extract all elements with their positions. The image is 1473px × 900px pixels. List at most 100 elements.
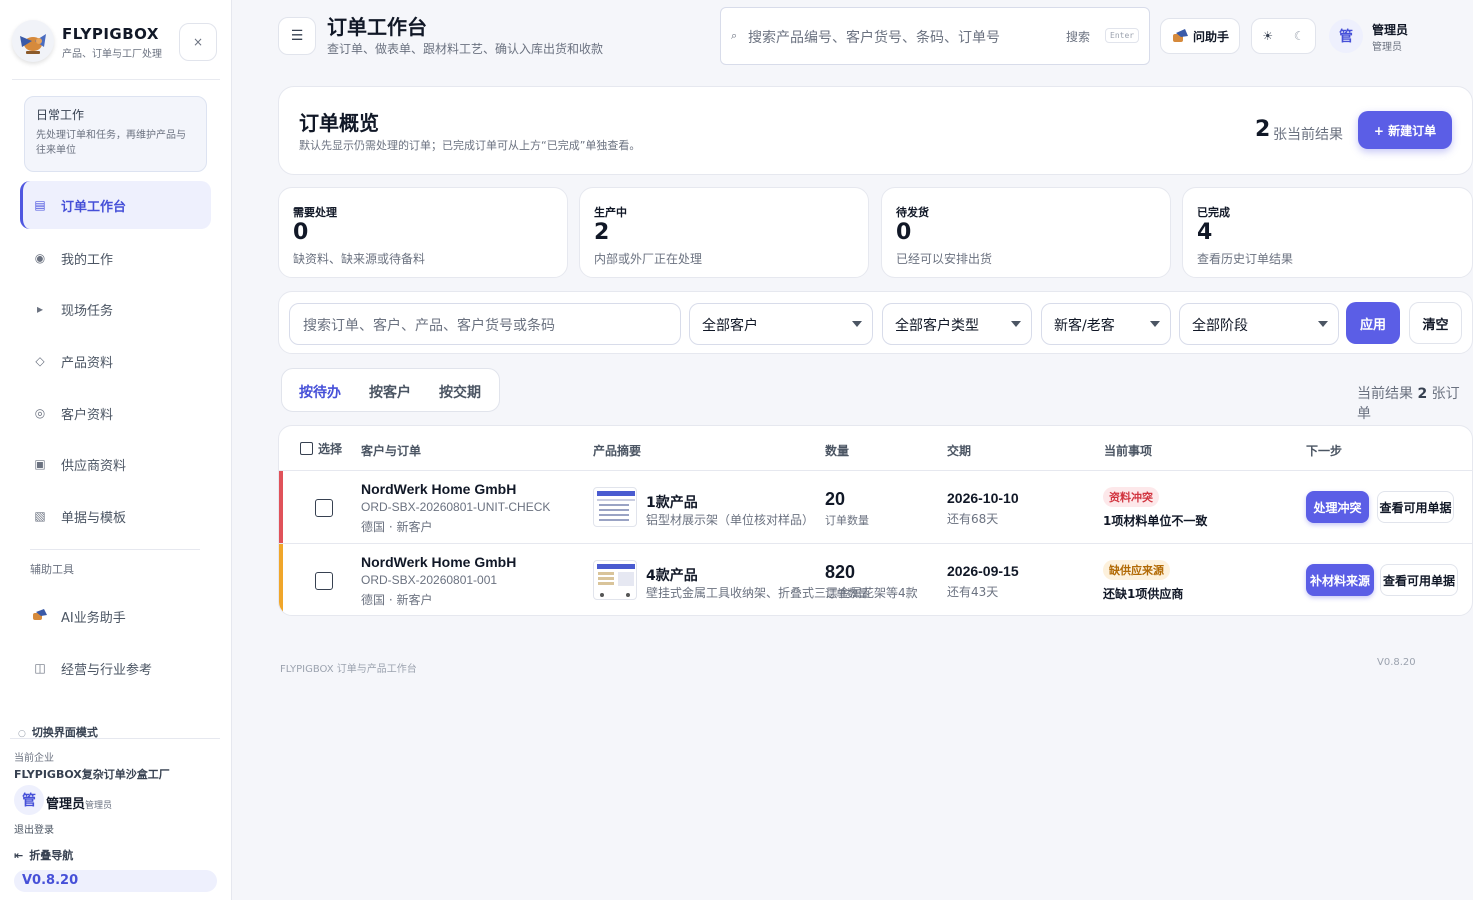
due-date: 2026-09-15 xyxy=(947,563,1019,579)
sidebar-item-label: 供应商资料 xyxy=(61,458,127,474)
daily-work-title: 日常工作 xyxy=(36,108,85,122)
search-input[interactable]: 搜索产品编号、客户货号、条码、订单号 xyxy=(748,27,1000,47)
column-header: 客户与订单 xyxy=(361,444,422,458)
moon-icon[interactable]: ☾ xyxy=(1294,29,1305,43)
daily-work-card[interactable]: 日常工作 先处理订单和任务，再维护产品与往来单位 xyxy=(24,96,207,172)
column-header: 交期 xyxy=(947,444,972,458)
quantity-label: 订单数量 xyxy=(825,587,869,600)
row-checkbox[interactable] xyxy=(315,572,333,590)
stat-desc: 已经可以安排出货 xyxy=(896,252,993,266)
stat-card-in-production[interactable]: 生产中 2 内部或外厂正在处理 xyxy=(579,187,869,278)
stat-card-to-ship[interactable]: 待发货 0 已经可以安排出货 xyxy=(881,187,1171,278)
resolve-conflict-button[interactable]: 处理冲突 xyxy=(1306,491,1369,523)
product-thumbnail xyxy=(593,560,637,600)
customer-select[interactable]: 全部客户 xyxy=(689,303,873,345)
tab-by-due-date[interactable]: 按交期 xyxy=(439,382,481,402)
brand: FLYPIGBOX 产品、订单与工厂处理 × xyxy=(12,20,220,80)
product-thumbnail xyxy=(593,487,637,527)
sidebar-item-label: 产品资料 xyxy=(61,355,114,371)
sidebar-item-documents[interactable]: ▧ 单据与模板 xyxy=(20,492,211,540)
stat-card-needs-action[interactable]: 需要处理 0 缺资料、缺来源或待备料 xyxy=(278,187,568,278)
close-sidebar-button[interactable]: × xyxy=(179,23,217,61)
stat-label: 生产中 xyxy=(594,206,627,219)
logout-link[interactable]: 退出登录 xyxy=(14,821,54,836)
table-row[interactable]: NordWerk Home GmbH ORD-SBX-20260801-UNIT… xyxy=(279,470,1472,544)
status-badge: 缺供应来源 xyxy=(1103,560,1170,580)
results-prefix: 当前结果 xyxy=(1357,386,1413,402)
apply-button[interactable]: 应用 xyxy=(1346,302,1400,344)
menu-button[interactable]: ☰ xyxy=(278,17,316,55)
stat-value: 4 xyxy=(1197,220,1213,245)
diamond-icon: ◇ xyxy=(35,354,45,368)
stat-desc: 内部或外厂正在处理 xyxy=(594,252,703,266)
sidebar-item-products[interactable]: ◇ 产品资料 xyxy=(20,337,211,385)
theme-toggle[interactable]: ☀ ☾ xyxy=(1251,18,1316,54)
sidebar-item-suppliers[interactable]: ▣ 供应商资料 xyxy=(20,440,211,488)
stage-value: 全部阶段 xyxy=(1192,318,1248,334)
sidebar-item-order-workbench[interactable]: ▤ 订单工作台 xyxy=(20,181,211,229)
stat-label: 已完成 xyxy=(1197,206,1230,219)
stat-value: 2 xyxy=(594,220,610,245)
sidebar-item-label: 我的工作 xyxy=(61,252,114,268)
document-icon: ▧ xyxy=(34,509,46,523)
current-issue: 1项材料单位不一致 xyxy=(1103,514,1208,528)
result-count-label: 张当前结果 xyxy=(1273,127,1343,143)
chevron-down-icon xyxy=(1318,321,1328,327)
avatar[interactable]: 管 xyxy=(1329,19,1363,53)
row-checkbox[interactable] xyxy=(315,499,333,517)
footer-version: V0.8.20 xyxy=(1377,657,1416,668)
sidebar-item-industry-reference[interactable]: ◫ 经营与行业参考 xyxy=(20,644,211,692)
logo-icon xyxy=(12,20,54,62)
product-count: 1款产品 xyxy=(646,495,698,511)
view-documents-button[interactable]: 查看可用单据 xyxy=(1380,564,1458,596)
table-row[interactable]: NordWerk Home GmbH ORD-SBX-20260801-001 … xyxy=(279,543,1472,615)
page-subtitle: 查订单、做表单、跟材料工艺、确认入库出货和收款 xyxy=(327,42,604,56)
select-all-checkbox[interactable] xyxy=(300,442,313,455)
sidebar-divider xyxy=(30,549,200,550)
stat-card-completed[interactable]: 已完成 4 查看历史订单结果 xyxy=(1182,187,1473,278)
brand-name: FLYPIGBOX xyxy=(62,25,159,43)
quantity: 820 xyxy=(825,562,856,582)
sidebar-item-label: AI业务助手 xyxy=(61,610,126,626)
sidebar-item-ai-assistant[interactable]: AI业务助手 xyxy=(20,592,211,640)
column-header: 当前事项 xyxy=(1104,444,1153,458)
chevron-down-icon xyxy=(1150,321,1160,327)
sidebar-item-my-work[interactable]: ◉ 我的工作 xyxy=(20,234,211,282)
tab-by-todo[interactable]: 按待办 xyxy=(299,382,341,402)
sun-icon[interactable]: ☀ xyxy=(1262,29,1273,43)
results-summary: 当前结果 2 张订单 xyxy=(1357,383,1473,423)
new-old-select[interactable]: 新客/老客 xyxy=(1041,303,1171,345)
top-bar: ☰ 订单工作台 查订单、做表单、跟材料工艺、确认入库出货和收款 ⌕ 搜索产品编号… xyxy=(278,0,1473,72)
sidebar-item-label: 经营与行业参考 xyxy=(61,662,153,678)
stat-label: 需要处理 xyxy=(293,206,337,219)
robot-icon xyxy=(1172,29,1188,42)
sidebar-item-field-tasks[interactable]: ▸ 现场任务 xyxy=(20,285,211,333)
due-days-left: 还有68天 xyxy=(947,512,999,526)
add-material-source-button[interactable]: 补材料来源 xyxy=(1306,564,1374,596)
sidebar-item-customers[interactable]: ◎ 客户资料 xyxy=(20,389,211,437)
stat-desc: 查看历史订单结果 xyxy=(1197,252,1294,266)
ask-assistant-button[interactable]: 问助手 xyxy=(1160,18,1240,54)
order-overview-card: 订单概览 默认先显示仍需处理的订单；已完成订单可从上方“已完成”单独查看。 2 … xyxy=(278,86,1473,175)
customer-type-select[interactable]: 全部客户类型 xyxy=(882,303,1032,345)
customer-name[interactable]: NordWerk Home GmbH xyxy=(361,481,516,497)
clear-button[interactable]: 清空 xyxy=(1409,302,1462,344)
select-all[interactable]: 选择 xyxy=(300,440,342,457)
collapse-nav-button[interactable]: ⇤ 折叠导航 xyxy=(14,847,73,863)
global-search[interactable]: ⌕ 搜索产品编号、客户货号、条码、订单号 搜索 Enter xyxy=(720,7,1150,65)
stage-select[interactable]: 全部阶段 xyxy=(1179,303,1339,345)
results-count: 2 xyxy=(1417,386,1428,402)
footer-left: FLYPIGBOX 订单与产品工作台 xyxy=(280,664,417,675)
column-header: 产品摘要 xyxy=(593,444,642,458)
search-button[interactable]: 搜索 xyxy=(1066,28,1090,45)
collapse-nav-label: 折叠导航 xyxy=(29,849,74,862)
version-badge: V0.8.20 xyxy=(14,870,217,892)
tab-by-customer[interactable]: 按客户 xyxy=(369,382,411,402)
sidebar: FLYPIGBOX 产品、订单与工厂处理 × 日常工作 先处理订单和任务，再维护… xyxy=(0,0,232,900)
customer-name[interactable]: NordWerk Home GmbH xyxy=(361,554,516,570)
quantity: 20 xyxy=(825,489,846,509)
new-order-button[interactable]: + 新建订单 xyxy=(1358,111,1452,149)
view-documents-button[interactable]: 查看可用单据 xyxy=(1377,491,1454,523)
sidebar-item-label: 客户资料 xyxy=(61,407,114,423)
order-search-input[interactable]: 搜索订单、客户、产品、客户货号或条码 xyxy=(289,303,681,345)
